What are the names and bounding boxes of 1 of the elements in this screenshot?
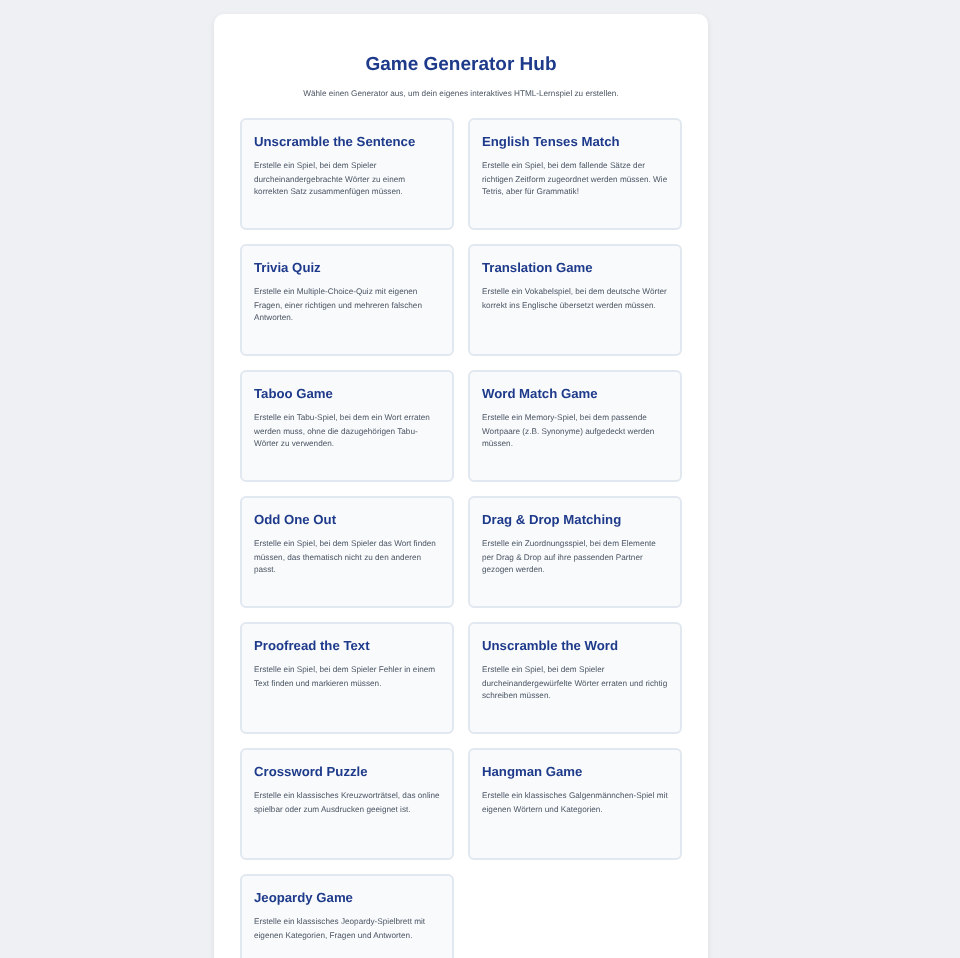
page-title: Game Generator Hub [363, 54, 559, 78]
